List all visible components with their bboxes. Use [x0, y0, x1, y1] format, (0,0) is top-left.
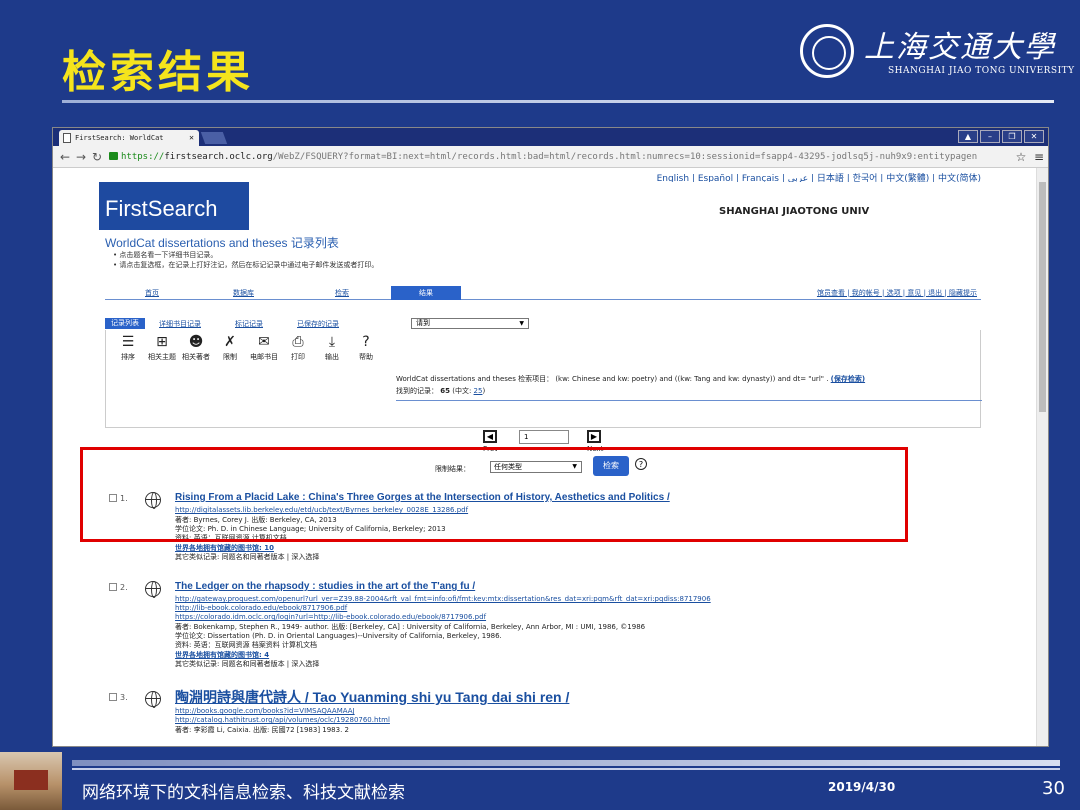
nav-databases[interactable]: 数据库: [233, 288, 254, 298]
related-author-button[interactable]: ☻ 相关著者: [178, 334, 214, 362]
main-nav: 首页 数据库 检索 结果 馆员查看 | 我的帐号 | 选项 | 意见 | 退出 …: [105, 286, 981, 300]
globe-icon: [145, 691, 161, 708]
export-button[interactable]: ⤓ 输出: [314, 334, 350, 362]
campus-photo: [0, 752, 62, 810]
address-bar: ← → ↻ https://firstsearch.oclc.org/WebZ/…: [53, 146, 1048, 168]
close-window-button[interactable]: ✕: [1024, 130, 1044, 143]
print-button[interactable]: ⎙ 打印: [280, 334, 316, 362]
sort-button[interactable]: ☰ 排序: [110, 334, 146, 362]
limit-button[interactable]: ✗ 限制: [212, 334, 248, 362]
record-similar[interactable]: 其它类似记录: 同题名和同著者版本 | 深入选择: [175, 659, 319, 669]
window-controls: ▲ – ❐ ✕: [958, 130, 1044, 143]
export-icon: ⤓: [328, 334, 336, 350]
related-subject-icon: ⊞: [156, 334, 168, 350]
lock-icon: [109, 151, 118, 160]
logo-english-name: SHANGHAI JIAO TONG UNIVERSITY: [888, 66, 1075, 76]
page-number-input[interactable]: 1: [519, 430, 569, 444]
record-url-link[interactable]: http://lib-ebook.colorado.edu/ebook/8717…: [175, 604, 347, 612]
reload-icon[interactable]: ↻: [89, 150, 105, 164]
bookmark-star-icon[interactable]: ☆: [1012, 150, 1030, 164]
record-similar[interactable]: 其它类似记录: 同题名和同著者版本 | 深入选择: [175, 552, 319, 562]
page-heading: WorldCat dissertations and theses 记录列表: [105, 236, 339, 250]
nav-search[interactable]: 检索: [335, 288, 349, 298]
tab-detailed-record[interactable]: 详细书目记录: [159, 319, 201, 329]
tab-title: FirstSearch: WorldCat: [75, 134, 164, 142]
record-checkbox[interactable]: [109, 693, 117, 701]
url-input[interactable]: https://firstsearch.oclc.org/WebZ/FSQUER…: [109, 151, 1012, 162]
new-tab-button[interactable]: [200, 132, 228, 144]
query-divider: [396, 400, 982, 401]
email-icon: ✉: [258, 334, 270, 350]
scrollbar-thumb[interactable]: [1039, 182, 1046, 412]
related-subject-button[interactable]: ⊞ 相关主题: [144, 334, 180, 362]
logo-chinese-name: 上海交通大學: [864, 30, 1056, 65]
help-tip: • 点击题名看一下详细书目记录。: [113, 251, 218, 259]
tab-record-list[interactable]: 记录列表: [105, 318, 145, 329]
slide-title: 检索结果: [62, 47, 254, 98]
prev-page-button[interactable]: ◀: [483, 430, 497, 443]
vertical-scrollbar[interactable]: [1036, 168, 1048, 746]
account-links[interactable]: 馆员查看 | 我的帐号 | 选项 | 意见 | 退出 | 隐藏提示: [817, 288, 977, 298]
footer-course-title: 网络环境下的文科信息检索、科技文献检索: [82, 783, 405, 803]
nav-results[interactable]: 结果: [391, 286, 461, 300]
minimize-button[interactable]: –: [980, 130, 1000, 143]
close-tab-icon[interactable]: ✕: [189, 133, 194, 142]
firstsearch-banner: FirstSearch SHANGHAI JIAOTONG UNIV: [99, 182, 981, 230]
menu-icon[interactable]: ≡: [1030, 150, 1048, 164]
restore-button[interactable]: ❐: [1002, 130, 1022, 143]
search-query: WorldCat dissertations and theses 检索项目： …: [396, 375, 866, 383]
browser-tab[interactable]: FirstSearch: WorldCat ✕: [59, 130, 199, 146]
globe-icon: [145, 581, 161, 598]
related-author-icon: ☻: [188, 334, 204, 350]
forward-arrow-icon[interactable]: →: [73, 150, 89, 164]
tab-saved-records[interactable]: 已保存的记录: [297, 319, 339, 329]
record-url-link[interactable]: http://books.google.com/books?id=VIMSAQA…: [175, 707, 355, 715]
tab-bar: FirstSearch: WorldCat ✕ ▲ – ❐ ✕: [53, 128, 1048, 146]
next-page-button[interactable]: ▶: [587, 430, 601, 443]
email-button[interactable]: ✉ 电邮书目: [246, 334, 282, 362]
institution-name: SHANGHAI JIAOTONG UNIV: [719, 206, 870, 217]
nav-home[interactable]: 首页: [145, 288, 159, 298]
university-logo: 上海交通大學 SHANGHAI JIAO TONG UNIVERSITY: [800, 22, 1074, 82]
university-seal-icon: [800, 24, 854, 78]
record-title-link[interactable]: 陶淵明詩與唐代詩人 / Tao Yuanming shi yu Tang dai…: [175, 687, 569, 707]
record-title-link[interactable]: The Ledger on the rhapsody : studies in …: [175, 581, 475, 592]
goto-select[interactable]: 请到: [411, 318, 529, 329]
record-author: 著者: 李彩霞 Li, Caixia. 出版: 民國72 [1983] 1983…: [175, 726, 349, 734]
back-arrow-icon[interactable]: ←: [57, 150, 73, 164]
print-icon: ⎙: [292, 334, 304, 350]
tool-panel: ☰ 排序 ⊞ 相关主题 ☻ 相关著者 ✗ 限制 ✉ 电邮书目 ⎙ 打印 ⤓ 输出 ? 帮助 Wo…: [105, 330, 982, 428]
save-search-link[interactable]: (保存检索): [831, 375, 865, 383]
record-checkbox[interactable]: [109, 583, 117, 591]
help-tips: • 点击题名看一下详细书目记录。 • 请点击复选框，在记录上打好注记，然后在标记…: [113, 250, 378, 270]
page-number: 30: [1042, 778, 1065, 799]
footer-divider: [72, 760, 1060, 766]
page-icon: [63, 133, 71, 143]
footer-date: 2019/4/30: [828, 780, 896, 794]
footer-divider-thin: [72, 768, 1060, 770]
title-divider: [62, 100, 1054, 103]
sort-icon: ☰: [121, 334, 135, 350]
limit-icon: ✗: [224, 334, 236, 350]
record-url-link[interactable]: http://catalog.hathitrust.org/api/volume…: [175, 716, 390, 724]
highlight-box: [80, 447, 908, 542]
record-url-link[interactable]: http://gateway.proquest.com/openurl?url_…: [175, 595, 711, 603]
user-icon[interactable]: ▲: [958, 130, 978, 143]
firstsearch-logo[interactable]: FirstSearch: [99, 182, 249, 230]
help-icon: ?: [362, 334, 370, 350]
help-button[interactable]: ? 帮助: [348, 334, 384, 362]
browser-window: FirstSearch: WorldCat ✕ ▲ – ❐ ✕ ← → ↻ ht…: [52, 127, 1049, 747]
records-found: 找到的记录： 65 (中文: 25): [396, 387, 486, 395]
record-material: 资料: 英语：互联网资源 档案资料 计算机文档: [175, 641, 318, 649]
help-tip: • 请点击复选框，在记录上打好注记，然后在标记记录中通过电子邮件发送或者打印。: [113, 261, 379, 269]
tab-marked-records[interactable]: 标记记录: [235, 319, 263, 329]
record-url-link[interactable]: https://colorado.idm.oclc.org/login?url=…: [175, 613, 486, 621]
